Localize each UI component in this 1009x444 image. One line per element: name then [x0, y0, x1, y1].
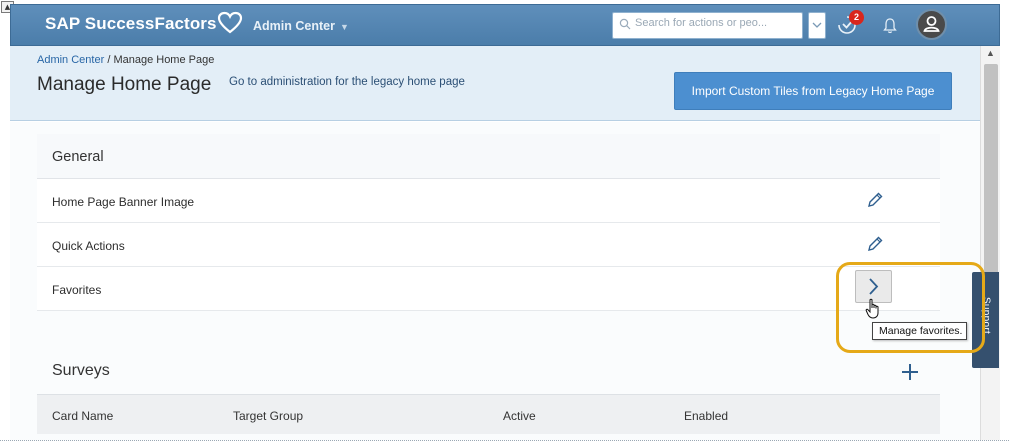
vertical-scrollbar[interactable]: ▲ [980, 46, 1000, 440]
scroll-thumb[interactable] [984, 64, 998, 274]
page-header: Admin Center / Manage Home Page Manage H… [10, 46, 980, 121]
general-section-title: General [37, 134, 940, 179]
row-label: Quick Actions [52, 239, 125, 253]
list-item-favorites: Favorites [37, 267, 940, 311]
chevron-down-icon [812, 22, 822, 28]
breadcrumb-current: Manage Home Page [113, 54, 215, 66]
general-section: General Home Page Banner Image Quick Act… [37, 134, 940, 363]
app-window: ▲ SAP SuccessFactors Admin Center ▼ 2 [0, 0, 1009, 444]
column-header-card-name[interactable]: Card Name [52, 409, 113, 423]
surveys-section: Surveys Card Name Target Group Active En… [37, 356, 940, 434]
brand-logo-text[interactable]: SAP SuccessFactors [45, 14, 217, 34]
surveys-section-title: Surveys [37, 356, 940, 394]
search-icon [619, 18, 631, 30]
import-custom-tiles-button[interactable]: Import Custom Tiles from Legacy Home Pag… [674, 72, 952, 110]
search-input[interactable] [635, 17, 799, 29]
pencil-icon[interactable] [864, 189, 886, 211]
bottom-divider [0, 440, 1009, 441]
breadcrumb: Admin Center / Manage Home Page [37, 54, 214, 66]
surveys-title-text: Surveys [52, 362, 110, 379]
caret-down-icon: ▼ [339, 22, 349, 32]
manage-favorites-tooltip: Manage favorites. [872, 322, 967, 340]
row-label: Home Page Banner Image [52, 195, 195, 209]
main-content: General Home Page Banner Image Quick Act… [10, 122, 980, 440]
row-label: Favorites [52, 283, 102, 297]
column-header-enabled[interactable]: Enabled [684, 409, 728, 423]
bell-icon[interactable] [882, 17, 898, 35]
column-header-target-group[interactable]: Target Group [233, 409, 303, 423]
list-item-home-page-banner-image: Home Page Banner Image [37, 179, 940, 223]
plus-icon[interactable] [899, 361, 921, 383]
legacy-home-page-link[interactable]: Go to administration for the legacy home… [229, 76, 465, 88]
hand-cursor-icon [865, 298, 879, 319]
pencil-icon[interactable] [864, 233, 886, 255]
search-box[interactable] [612, 12, 803, 39]
heart-icon [217, 11, 243, 34]
surveys-table-header: Card Name Target Group Active Enabled [37, 394, 940, 434]
shell-bar: SAP SuccessFactors Admin Center ▼ 2 [10, 4, 1000, 46]
scroll-up-arrow-icon[interactable]: ▲ [981, 46, 1000, 60]
user-avatar-icon[interactable] [916, 9, 947, 40]
search-scope-dropdown[interactable] [808, 12, 826, 39]
page-title: Manage Home Page [37, 74, 212, 95]
admin-center-menu[interactable]: Admin Center ▼ [253, 19, 349, 33]
column-header-active[interactable]: Active [503, 409, 536, 423]
admin-center-label: Admin Center [253, 19, 335, 33]
breadcrumb-admin-center-link[interactable]: Admin Center [37, 54, 104, 66]
notification-count-badge: 2 [849, 10, 864, 25]
list-item-quick-actions: Quick Actions [37, 223, 940, 267]
